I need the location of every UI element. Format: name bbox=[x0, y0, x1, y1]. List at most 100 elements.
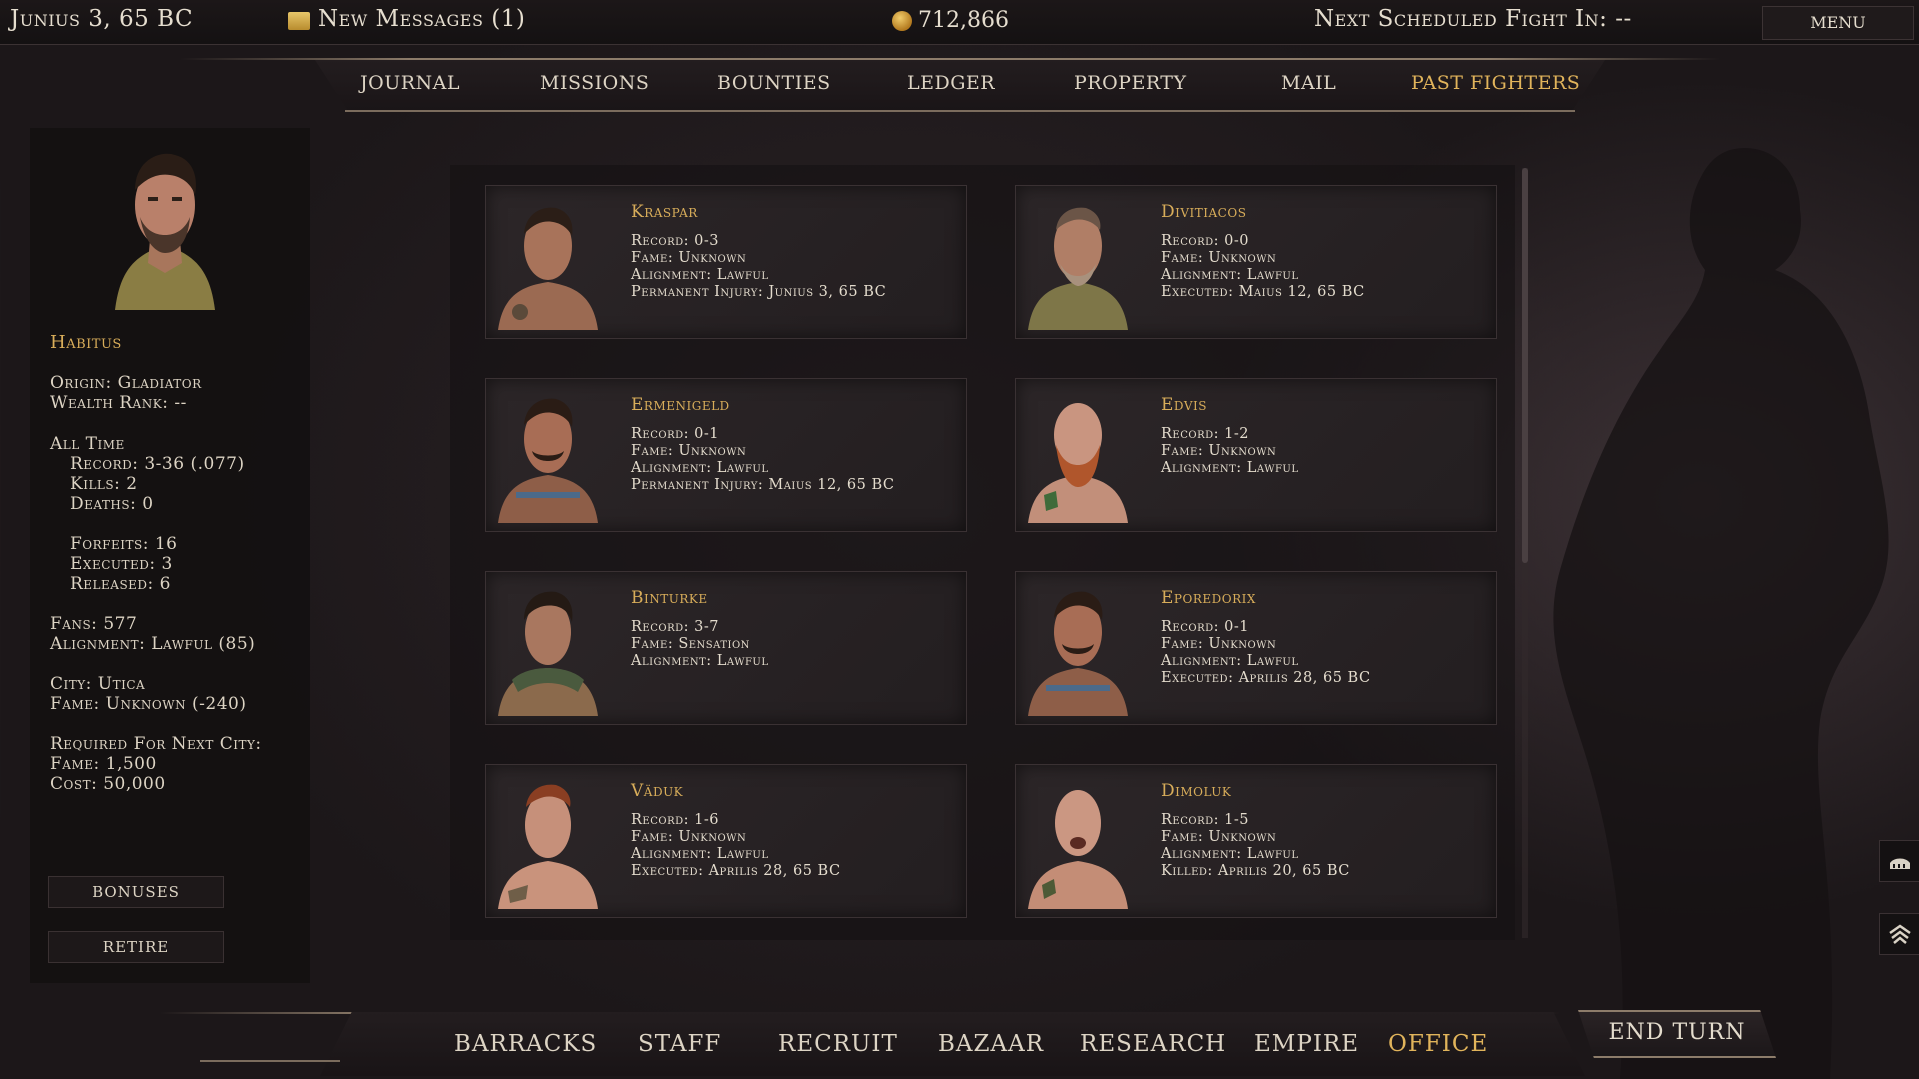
tab-past-fighters[interactable]: PAST FIGHTERS bbox=[1411, 72, 1580, 94]
fighter-record: Record: 0-0 bbox=[1161, 233, 1249, 249]
fighter-portrait bbox=[498, 784, 598, 909]
fighter-name: Edvis bbox=[1161, 395, 1207, 415]
player-name: Habitus bbox=[50, 332, 122, 353]
fighter-fame: Fame: Unknown bbox=[1161, 829, 1277, 845]
nav-empire[interactable]: EMPIRE bbox=[1254, 1031, 1359, 1057]
fighter-alignment: Alignment: Lawful bbox=[1161, 460, 1299, 476]
retire-button[interactable]: RETIRE bbox=[48, 931, 224, 963]
fighter-record: Record: 1-6 bbox=[631, 812, 719, 828]
released-text: Released: 6 bbox=[70, 574, 172, 594]
coin-icon bbox=[892, 10, 912, 31]
fighter-fame: Fame: Sensation bbox=[631, 636, 750, 652]
fighter-status: Executed: Aprilis 28, 65 BC bbox=[631, 863, 841, 879]
fighter-name: Dimoluk bbox=[1161, 781, 1232, 801]
nav-recruit[interactable]: RECRUIT bbox=[778, 1031, 898, 1057]
required-next-city-heading: Required For Next City: bbox=[50, 734, 262, 754]
origin-text: Origin: Gladiator bbox=[50, 373, 202, 393]
end-turn-button[interactable]: END TURN bbox=[1578, 1010, 1776, 1058]
list-scrollbar-thumb[interactable] bbox=[1522, 168, 1528, 563]
rank-chevron-icon bbox=[1889, 924, 1911, 944]
bottom-nav-underline bbox=[200, 1060, 340, 1062]
fighter-name: Väduk bbox=[631, 781, 684, 801]
background-statue bbox=[1553, 148, 1889, 1079]
fighter-name: Eporedorix bbox=[1161, 588, 1256, 608]
tab-bar-ornament bbox=[180, 58, 1720, 60]
fighter-name: Binturke bbox=[631, 588, 708, 608]
next-fight-status: Next Scheduled Fight In: -- bbox=[1314, 6, 1632, 32]
wealth-rank-text: Wealth Rank: -- bbox=[50, 393, 187, 413]
record-text: Record: 3-36 (.077) bbox=[70, 454, 245, 474]
fighter-fame: Fame: Unknown bbox=[1161, 250, 1277, 266]
nav-research[interactable]: RESEARCH bbox=[1080, 1031, 1226, 1057]
tab-property[interactable]: PROPERTY bbox=[1074, 72, 1187, 94]
nav-office[interactable]: OFFICE bbox=[1388, 1031, 1488, 1057]
fame-text: Fame: Unknown (-240) bbox=[50, 694, 247, 714]
new-messages-link[interactable]: New Messages (1) bbox=[288, 6, 525, 32]
fighter-info: Record: 1-5 Fame: Unknown Alignment: Law… bbox=[1161, 812, 1350, 880]
all-time-heading: All Time bbox=[50, 434, 125, 454]
city-text: City: Utica bbox=[50, 674, 146, 694]
fighter-card-dimoluk[interactable]: Dimoluk Record: 1-5 Fame: Unknown Alignm… bbox=[1015, 764, 1497, 918]
nav-bazaar[interactable]: BAZAAR bbox=[938, 1031, 1044, 1057]
fighter-record: Record: 1-2 bbox=[1161, 426, 1249, 442]
fighter-card-vaduk[interactable]: Väduk Record: 1-6 Fame: Unknown Alignmen… bbox=[485, 764, 967, 918]
top-bar: Junius 3, 65 BC New Messages (1) 712,866… bbox=[0, 0, 1919, 45]
fighter-info: Record: 1-2 Fame: Unknown Alignment: Law… bbox=[1161, 426, 1298, 477]
required-cost-text: Cost: 50,000 bbox=[50, 774, 166, 794]
nav-barracks[interactable]: BARRACKS bbox=[454, 1031, 597, 1057]
colosseum-button[interactable] bbox=[1879, 840, 1919, 882]
colosseum-icon bbox=[1890, 858, 1910, 869]
gold-display: 712,866 bbox=[892, 8, 1009, 33]
tab-ledger[interactable]: LEDGER bbox=[907, 72, 995, 94]
fighter-card-binturke[interactable]: Binturke Record: 3-7 Fame: Sensation Ali… bbox=[485, 571, 967, 725]
fighter-status: Permanent Injury: Junius 3, 65 BC bbox=[631, 284, 887, 300]
fighter-record: Record: 3-7 bbox=[631, 619, 719, 635]
kills-text: Kills: 2 bbox=[70, 474, 138, 494]
fighter-alignment: Alignment: Lawful bbox=[1161, 846, 1299, 862]
fighter-card-edvis[interactable]: Edvis Record: 1-2 Fame: Unknown Alignmen… bbox=[1015, 378, 1497, 532]
executed-text: Executed: 3 bbox=[70, 554, 173, 574]
scroll-icon bbox=[288, 12, 310, 30]
fighter-status: Killed: Aprilis 20, 65 BC bbox=[1161, 863, 1350, 879]
fighter-alignment: Alignment: Lawful bbox=[631, 846, 769, 862]
fighter-card-divitiacos[interactable]: Divitiacos Record: 0-0 Fame: Unknown Ali… bbox=[1015, 185, 1497, 339]
fighter-fame: Fame: Unknown bbox=[631, 250, 747, 266]
bonuses-button[interactable]: BONUSES bbox=[48, 876, 224, 908]
fighter-info: Record: 3-7 Fame: Sensation Alignment: L… bbox=[631, 619, 768, 670]
fans-text: Fans: 577 bbox=[50, 614, 138, 634]
fighter-fame: Fame: Unknown bbox=[631, 829, 747, 845]
fighter-info: Record: 0-1 Fame: Unknown Alignment: Law… bbox=[1161, 619, 1371, 687]
nav-staff[interactable]: STAFF bbox=[638, 1031, 721, 1057]
menu-button[interactable]: MENU bbox=[1762, 6, 1914, 40]
fighter-fame: Fame: Unknown bbox=[1161, 443, 1277, 459]
fighter-portrait bbox=[498, 591, 598, 716]
tab-missions[interactable]: MISSIONS bbox=[540, 72, 649, 94]
fighter-card-eporedorix[interactable]: Eporedorix Record: 0-1 Fame: Unknown Ali… bbox=[1015, 571, 1497, 725]
fighter-portrait bbox=[1028, 591, 1128, 716]
fighter-portrait bbox=[1028, 403, 1128, 523]
fighter-info: Record: 0-0 Fame: Unknown Alignment: Law… bbox=[1161, 233, 1365, 301]
gold-amount: 712,866 bbox=[918, 8, 1009, 33]
game-date: Junius 3, 65 BC bbox=[10, 6, 194, 32]
fighter-portrait bbox=[1028, 207, 1128, 330]
fighter-card-ermenigeld[interactable]: Ermenigeld Record: 0-1 Fame: Unknown Ali… bbox=[485, 378, 967, 532]
deaths-text: Deaths: 0 bbox=[70, 494, 154, 514]
rank-button[interactable] bbox=[1879, 913, 1919, 955]
forfeits-text: Forfeits: 16 bbox=[70, 534, 178, 554]
fighter-fame: Fame: Unknown bbox=[631, 443, 747, 459]
tab-bounties[interactable]: BOUNTIES bbox=[717, 72, 831, 94]
tab-journal[interactable]: JOURNAL bbox=[360, 72, 460, 94]
fighter-record: Record: 0-1 bbox=[631, 426, 719, 442]
fighter-alignment: Alignment: Lawful bbox=[631, 267, 769, 283]
fighter-alignment: Alignment: Lawful bbox=[631, 653, 769, 669]
fighter-status: Executed: Aprilis 28, 65 BC bbox=[1161, 670, 1371, 686]
fighter-alignment: Alignment: Lawful bbox=[1161, 267, 1299, 283]
fighter-status: Executed: Maius 12, 65 BC bbox=[1161, 284, 1365, 300]
tab-mail[interactable]: MAIL bbox=[1281, 72, 1336, 94]
fighter-portrait bbox=[498, 207, 598, 330]
fighter-portrait bbox=[498, 398, 598, 523]
fighter-info: Record: 0-1 Fame: Unknown Alignment: Law… bbox=[631, 426, 895, 494]
fighter-card-kraspar[interactable]: Kraspar Record: 0-3 Fame: Unknown Alignm… bbox=[485, 185, 967, 339]
tab-bar-underline bbox=[345, 110, 1575, 112]
fighter-name: Ermenigeld bbox=[631, 395, 730, 415]
